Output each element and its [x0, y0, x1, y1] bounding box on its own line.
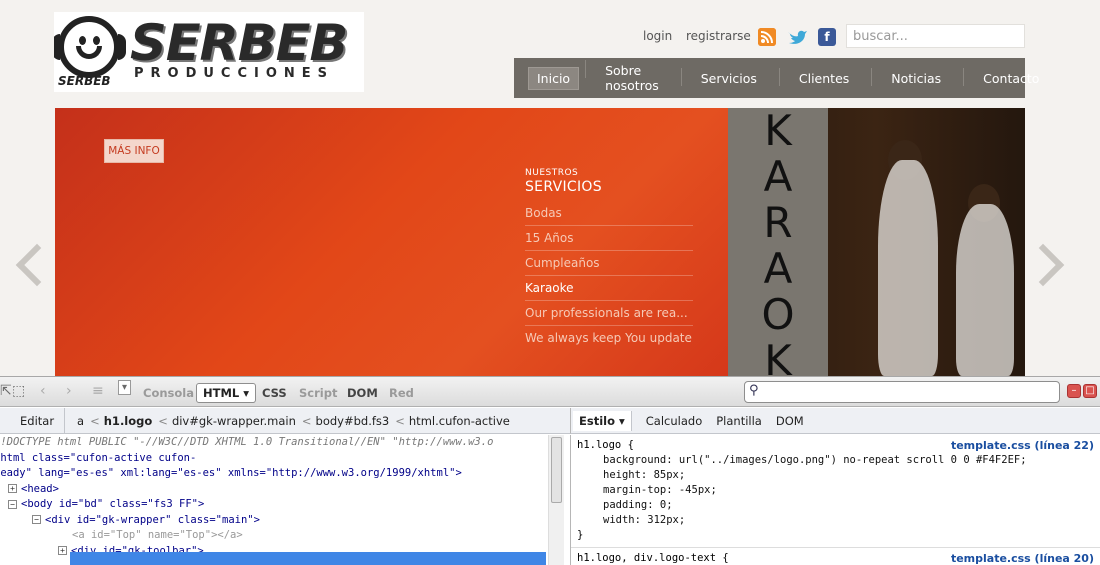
- body-node[interactable]: − <body id="bd" class="fs3 FF">: [0, 497, 546, 513]
- website-viewport: SERBEB PRODUCCIONES SERBEB login registr…: [0, 0, 1100, 376]
- more-info-button[interactable]: MÁS INFO: [104, 139, 164, 163]
- menu-item-noticias[interactable]: Noticias: [871, 67, 949, 89]
- expand-icon[interactable]: +: [58, 546, 67, 555]
- firebug-toolbar: ⇱ ⬚ ‹ › ≡ ▾ Consola HTML ▾ CSS Script DO…: [0, 377, 1100, 407]
- karaoke-letter: R: [763, 198, 793, 247]
- breadcrumb-item[interactable]: body#bd.fs3: [316, 414, 390, 428]
- head-node[interactable]: + <head>: [0, 482, 546, 498]
- css-source-link[interactable]: template.css (línea 20): [951, 551, 1094, 565]
- services-heading-small: NUESTROS: [525, 168, 579, 178]
- css-property[interactable]: background: url("../images/logo.png") no…: [571, 453, 1100, 468]
- tab-calculado[interactable]: Calculado: [646, 414, 702, 428]
- forward-icon[interactable]: ›: [66, 383, 72, 399]
- breadcrumb-item[interactable]: div#gk-wrapper.main: [172, 414, 296, 428]
- hero-slider: MÁS INFO NUESTROS SERVICIOS Bodas 15 Año…: [55, 108, 1025, 376]
- css-rules-pane: h1.logo { template.css (línea 22) backgr…: [570, 435, 1100, 565]
- minimize-icon[interactable]: –: [1067, 384, 1081, 398]
- register-link[interactable]: registrarse: [686, 29, 751, 43]
- singer-figure: [956, 204, 1014, 376]
- tab-red[interactable]: Red: [389, 386, 414, 400]
- service-item-bodas[interactable]: Bodas: [525, 201, 693, 226]
- service-item-updates[interactable]: We always keep You update...: [525, 326, 693, 351]
- html-open-line-cont[interactable]: ready" lang="es-es" xml:lang="es-es" xml…: [0, 466, 546, 482]
- singer-figure: [878, 160, 938, 376]
- firebug-panel: ⇱ ⬚ ‹ › ≡ ▾ Consola HTML ▾ CSS Script DO…: [0, 376, 1100, 565]
- site-logo[interactable]: SERBEB PRODUCCIONES SERBEB: [54, 12, 364, 92]
- logo-brand-text: SERBEB: [130, 14, 348, 72]
- login-link[interactable]: login: [643, 29, 672, 43]
- dropdown-chevron-icon[interactable]: ▾: [118, 380, 132, 395]
- breadcrumb-item[interactable]: h1.logo: [104, 414, 153, 428]
- tab-html-label: HTML: [203, 386, 240, 400]
- breadcrumb-item[interactable]: html.cufon-active: [409, 414, 510, 428]
- service-item-15-anos[interactable]: 15 Años: [525, 226, 693, 251]
- karaoke-letter: K: [764, 108, 792, 155]
- search-input[interactable]: buscar...: [846, 24, 1025, 48]
- tab-css[interactable]: CSS: [262, 386, 287, 400]
- menu-item-clientes[interactable]: Clientes: [778, 67, 857, 89]
- anchor-node[interactable]: <a id="Top" name="Top"></a>: [0, 528, 546, 544]
- slider-prev-arrow-icon[interactable]: [14, 242, 40, 288]
- logo-sub-text: PRODUCCIONES: [134, 66, 335, 81]
- edit-button[interactable]: Editar: [0, 407, 66, 434]
- collapse-icon[interactable]: −: [32, 515, 41, 524]
- css-property[interactable]: width: 312px;: [571, 513, 1100, 528]
- services-list: Bodas 15 Años Cumpleaños Karaoke Our pro…: [525, 201, 693, 351]
- tab-plantilla[interactable]: Plantilla: [716, 414, 762, 428]
- doctype-line: <!DOCTYPE html PUBLIC "-//W3C//DTD XHTML…: [0, 436, 494, 448]
- css-property[interactable]: margin-top: -45px;: [571, 483, 1100, 498]
- scrollbar-thumb[interactable]: [551, 437, 562, 503]
- logo-mini-text: SERBEB: [58, 74, 111, 88]
- service-item-cumpleanos[interactable]: Cumpleaños: [525, 251, 693, 276]
- collapse-icon[interactable]: −: [8, 499, 17, 509]
- karaoke-photo: K A R A O K: [728, 108, 1025, 376]
- firebug-search-input[interactable]: ⚲: [744, 381, 1060, 403]
- service-item-professionals[interactable]: Our professionals are rea...: [525, 301, 693, 326]
- breadcrumb: Editar a < h1.logo < div#gk-wrapper.main <…: [0, 407, 570, 434]
- karaoke-banner: K A R A O K: [728, 108, 828, 376]
- html-tree: <!DOCTYPE html PUBLIC "-//W3C//DTD XHTML…: [0, 435, 546, 565]
- main-menu: Inicio Sobre nosotros Servicios Clientes…: [514, 58, 1039, 98]
- css-source-link[interactable]: template.css (línea 22): [951, 438, 1094, 453]
- menu-item-servicios[interactable]: Servicios: [680, 67, 765, 89]
- expand-icon[interactable]: +: [8, 484, 17, 493]
- detach-icon[interactable]: □: [1083, 384, 1097, 398]
- services-heading-big: SERVICIOS: [525, 179, 602, 195]
- breadcrumb-item[interactable]: a: [77, 414, 84, 428]
- inspect-element-icon[interactable]: ⬚: [12, 383, 25, 399]
- search-icon: ⚲: [749, 383, 759, 398]
- menu-item-inicio[interactable]: Inicio: [528, 66, 580, 90]
- service-item-karaoke[interactable]: Karaoke: [525, 276, 693, 301]
- inspect-icon[interactable]: ⇱: [0, 383, 12, 399]
- karaoke-letter: A: [763, 244, 793, 293]
- css-property[interactable]: height: 85px;: [571, 468, 1100, 483]
- smiley-face-icon: [58, 16, 120, 78]
- tab-script[interactable]: Script: [299, 386, 337, 400]
- tab-dom-side[interactable]: DOM: [776, 414, 804, 428]
- menu-item-contacto[interactable]: Contacto: [963, 67, 1047, 89]
- back-icon[interactable]: ‹: [40, 383, 46, 399]
- karaoke-letter: A: [763, 152, 793, 201]
- karaoke-letter: O: [761, 290, 795, 339]
- tab-estilo[interactable]: Estilo ▾: [573, 410, 632, 431]
- twitter-icon[interactable]: [786, 28, 807, 46]
- html-open-line[interactable]: <html class="cufon-active cufon-: [0, 451, 546, 467]
- services-heading: NUESTROS SERVICIOS: [525, 168, 602, 195]
- tab-consola[interactable]: Consola: [143, 386, 194, 400]
- karaoke-letter: K: [764, 336, 792, 377]
- wrapper-node[interactable]: − <div id="gk-wrapper" class="main">: [0, 513, 546, 529]
- tab-dom[interactable]: DOM: [347, 386, 378, 400]
- rss-icon[interactable]: [758, 28, 776, 46]
- tab-html[interactable]: HTML ▾: [196, 383, 257, 403]
- facebook-icon[interactable]: f: [818, 28, 836, 46]
- css-close-brace: }: [577, 529, 584, 541]
- slider-next-arrow-icon[interactable]: [1034, 242, 1060, 288]
- selected-node-highlight[interactable]: [70, 552, 546, 565]
- slide-panel: MÁS INFO NUESTROS SERVICIOS Bodas 15 Año…: [55, 108, 728, 376]
- side-panel-tabs: Estilo ▾ Calculado Plantilla DOM: [570, 408, 1100, 434]
- list-icon[interactable]: ≡: [92, 383, 104, 399]
- menu-item-sobre-nosotros[interactable]: Sobre nosotros: [585, 60, 667, 96]
- css-property[interactable]: padding: 0;: [571, 498, 1100, 513]
